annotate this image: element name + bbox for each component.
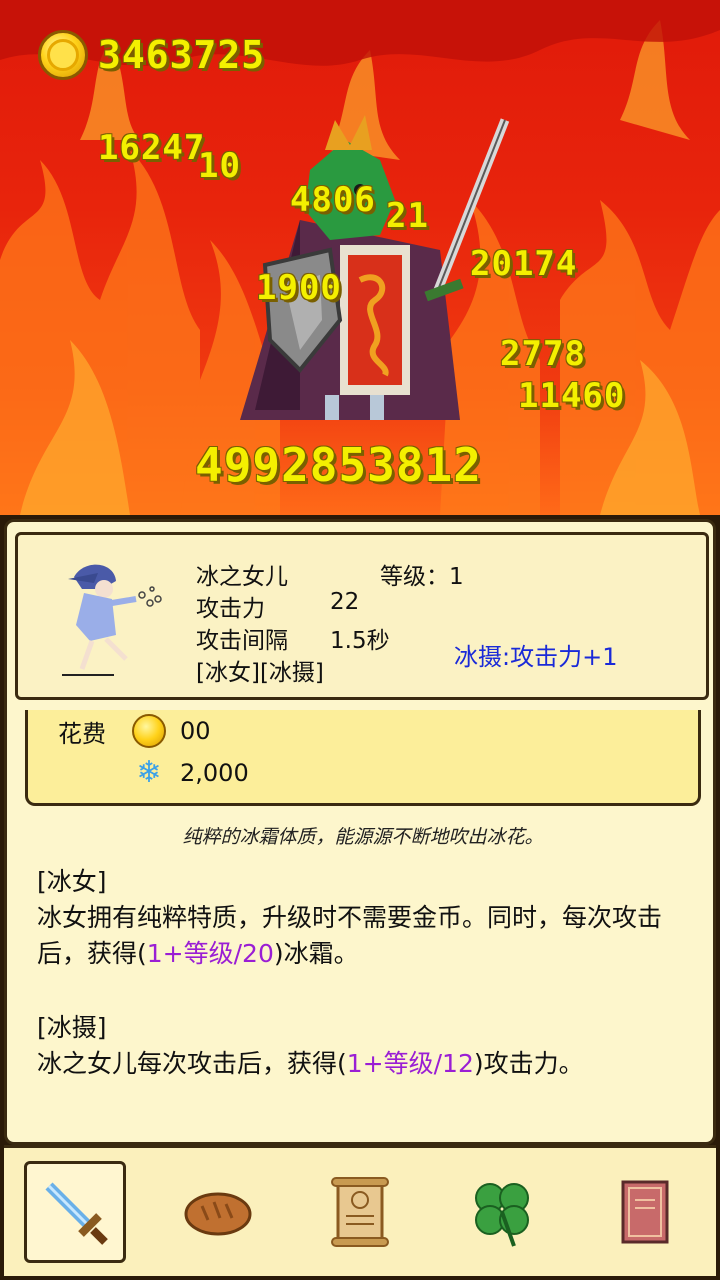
buff-status: 冰摄:攻击力+1 bbox=[454, 643, 618, 671]
gold-cost-value: 00 bbox=[180, 717, 211, 745]
attack-value: 22 bbox=[330, 589, 360, 615]
total-damage: 4992853812 bbox=[195, 438, 482, 492]
damage-popup: 2778 bbox=[500, 334, 586, 374]
nav-tab-book[interactable] bbox=[594, 1161, 696, 1263]
frost-cost-row: ❄ 2,000 bbox=[132, 755, 249, 790]
hero-detail-card: 冰之女儿 等级：1 攻击力 22 攻击间隔 1.5秒 [冰女][冰摄] 冰摄:攻… bbox=[4, 519, 716, 1145]
skill-text: 冰女拥有纯粹特质，升级时不需要金币。同时，每次攻击后，获得(1+等级/20)冰霜… bbox=[37, 903, 663, 968]
skill-title: [冰女] bbox=[37, 867, 107, 896]
damage-popup: 1900 bbox=[256, 268, 342, 308]
bottom-nav bbox=[4, 1145, 716, 1276]
damage-popup: 11460 bbox=[518, 376, 626, 416]
damage-popup: 16247 bbox=[98, 128, 206, 168]
clover-icon bbox=[475, 1183, 530, 1247]
attack-interval-value: 1.5秒 bbox=[330, 628, 390, 654]
scroll-icon bbox=[330, 1177, 389, 1247]
skill-text: 冰之女儿每次攻击后，获得(1+等级/12)攻击力。 bbox=[37, 1049, 584, 1078]
upgrade-cost-box[interactable]: 花费 00 ❄ 2,000 bbox=[25, 710, 701, 806]
nav-tab-weapon[interactable] bbox=[24, 1161, 127, 1263]
nav-tab-scroll[interactable] bbox=[309, 1161, 411, 1263]
gold-amount: 3463725 bbox=[98, 33, 266, 77]
hero-name: 冰之女儿 bbox=[196, 564, 288, 590]
hero-level: 等级：1 bbox=[380, 564, 464, 590]
ice-daughter-portrait bbox=[62, 564, 162, 676]
battle-scene[interactable]: 3463725 16247 10 4806 21 20174 1900 2778… bbox=[0, 0, 720, 515]
nav-tab-food[interactable] bbox=[167, 1161, 269, 1263]
gold-cost-row: 00 bbox=[132, 714, 211, 748]
snowflake-icon: ❄ bbox=[136, 755, 162, 790]
damage-popup: 10 bbox=[198, 146, 241, 186]
skill-title: [冰摄] bbox=[37, 1013, 107, 1042]
hero-tags: [冰女][冰摄] bbox=[196, 660, 324, 686]
frost-cost-value: 2,000 bbox=[180, 759, 249, 787]
skill-description: [冰摄] 冰之女儿每次攻击后，获得(1+等级/12)攻击力。 bbox=[37, 1010, 697, 1082]
cost-label: 花费 bbox=[58, 720, 106, 748]
nav-tab-luck[interactable] bbox=[451, 1161, 553, 1263]
gold-coin-icon bbox=[38, 30, 88, 80]
damage-popup: 20174 bbox=[470, 244, 578, 284]
gold-counter: 3463725 bbox=[38, 30, 265, 80]
damage-popup: 4806 bbox=[290, 180, 376, 220]
skill-description: [冰女] 冰女拥有纯粹特质，升级时不需要金币。同时，每次攻击后，获得(1+等级/… bbox=[37, 864, 697, 972]
skill-formula: 1+等级/12 bbox=[346, 1049, 474, 1078]
hero-info-panel: 冰之女儿 等级：1 攻击力 22 攻击间隔 1.5秒 [冰女][冰摄] 冰摄:攻… bbox=[0, 515, 720, 1280]
hero-flavor-text: 纯粹的冰霜体质，能源源不断地吹出冰花。 bbox=[182, 826, 544, 848]
attack-interval-label: 攻击间隔 bbox=[196, 628, 288, 654]
hero-stats-card: 冰之女儿 等级：1 攻击力 22 攻击间隔 1.5秒 [冰女][冰摄] 冰摄:攻… bbox=[15, 532, 709, 700]
damage-popup: 21 bbox=[386, 196, 429, 236]
book-icon bbox=[621, 1180, 669, 1244]
attack-label: 攻击力 bbox=[196, 596, 265, 622]
bread-icon bbox=[184, 1192, 252, 1236]
gold-coin-icon bbox=[132, 714, 166, 748]
skill-formula: 1+等级/20 bbox=[146, 939, 274, 968]
sword-icon bbox=[45, 1182, 109, 1245]
